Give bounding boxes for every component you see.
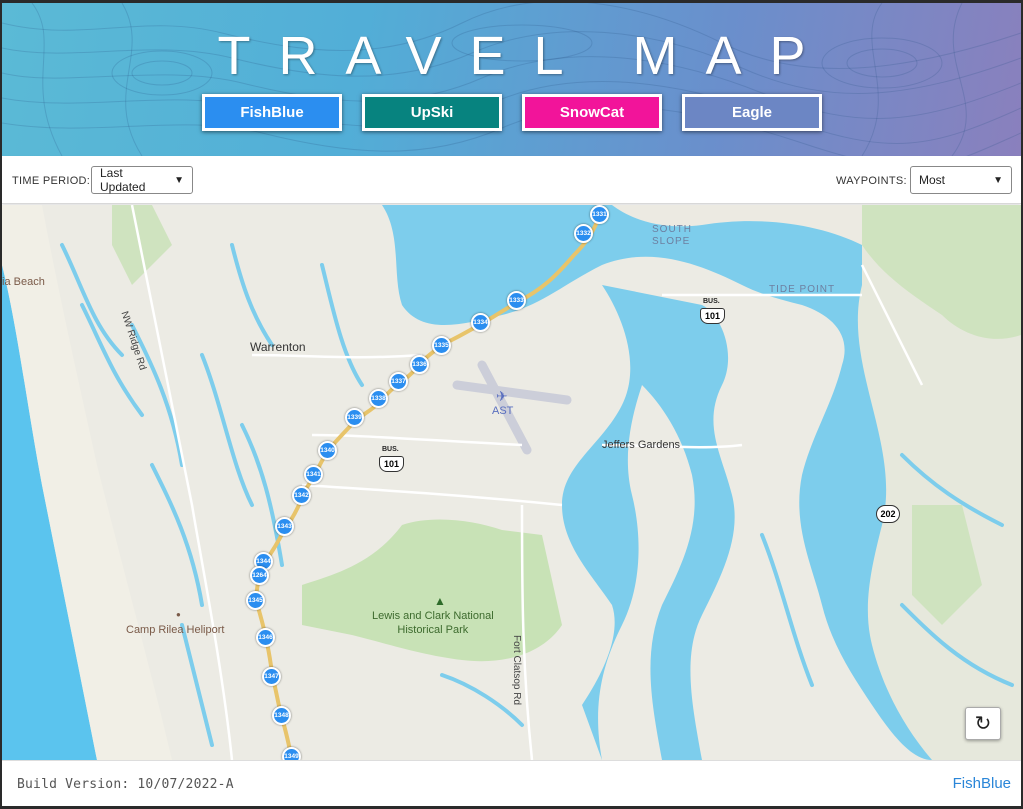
header-banner: TRAVEL MAP FishBlue UpSki SnowCat Eagle: [2, 3, 1021, 156]
waypoint-marker[interactable]: 1346: [256, 628, 275, 647]
page-title: TRAVEL MAP: [217, 26, 834, 86]
traveler-button-eagle[interactable]: Eagle: [682, 94, 822, 131]
traveler-button-snowcat[interactable]: SnowCat: [522, 94, 662, 131]
waypoints-label: WAYPOINTS:: [836, 175, 907, 187]
waypoint-marker[interactable]: 1331: [590, 205, 609, 224]
refresh-icon: ↻: [974, 713, 992, 735]
time-period-select[interactable]: Last Updated ▼: [91, 166, 193, 194]
map-label-beach: ia Beach: [2, 276, 45, 288]
map-label-fort-clatsop: Fort Clatsop Rd: [511, 635, 522, 706]
waypoint-marker[interactable]: 1348: [272, 706, 291, 725]
airplane-icon: ✈: [496, 388, 508, 404]
waypoint-marker[interactable]: 1332: [574, 224, 593, 243]
footer-traveler-link[interactable]: FishBlue: [953, 775, 1011, 792]
waypoint-marker[interactable]: 1343: [275, 517, 294, 536]
waypoint-marker[interactable]: 1347: [262, 667, 281, 686]
map-label-ast: AST: [492, 405, 514, 417]
map-label-tide-point: TIDE POINT: [769, 284, 836, 295]
waypoint-marker[interactable]: 1337: [389, 372, 408, 391]
traveler-button-fishblue[interactable]: FishBlue: [202, 94, 342, 131]
waypoint-marker[interactable]: 1335: [432, 336, 451, 355]
waypoint-marker[interactable]: 1345: [246, 591, 265, 610]
highway-shield-202: 202: [876, 505, 900, 523]
waypoint-marker[interactable]: 1264: [250, 566, 269, 585]
chevron-down-icon: ▼: [993, 174, 1003, 186]
highway-shield-101-b: 101: [700, 308, 725, 324]
waypoint-marker[interactable]: 1334: [471, 313, 490, 332]
chevron-down-icon: ▼: [174, 174, 184, 186]
map-label-south-slope: SOUTH SLOPE: [652, 224, 692, 247]
time-period-label: TIME PERIOD:: [12, 175, 91, 187]
map-label-jeffers-gardens: Jeffers Gardens: [602, 439, 681, 451]
refresh-button[interactable]: ↻: [965, 707, 1001, 740]
waypoints-value: Most: [919, 173, 946, 187]
heliport-dot-icon: ●: [176, 610, 181, 619]
shield-bus-tag-b: BUS.: [703, 298, 720, 305]
highway-shield-101-a: 101: [379, 456, 404, 472]
waypoint-marker[interactable]: 1336: [410, 355, 429, 374]
shield-bus-tag-a: BUS.: [382, 446, 399, 453]
map-label-camp-rilea: Camp Rilea Heliport: [126, 624, 225, 636]
waypoint-marker[interactable]: 1333: [507, 291, 526, 310]
waypoint-marker[interactable]: 1349: [282, 747, 301, 760]
waypoint-marker[interactable]: 1341: [304, 465, 323, 484]
map-label-warrenton: Warrenton: [250, 340, 306, 354]
waypoint-marker[interactable]: 1340: [318, 441, 337, 460]
tree-icon: ▲: [434, 594, 446, 608]
time-period-value: Last Updated: [100, 166, 146, 194]
controls-bar: TIME PERIOD: Last Updated ▼ WAYPOINTS: M…: [2, 156, 1021, 204]
map-view[interactable]: 1331 1332 1333 1334 1335 1336 1337 1338 1339 1340…: [2, 205, 1021, 760]
traveler-button-upski[interactable]: UpSki: [362, 94, 502, 131]
waypoint-marker[interactable]: 1342: [292, 486, 311, 505]
app-frame: TRAVEL MAP FishBlue UpSki SnowCat Eagle …: [2, 3, 1021, 806]
footer: Build Version: 10/07/2022-A FishBlue: [2, 760, 1021, 806]
waypoints-select[interactable]: Most ▼: [910, 166, 1012, 194]
build-version: Build Version: 10/07/2022-A: [17, 777, 234, 792]
waypoint-marker[interactable]: 1339: [345, 408, 364, 427]
waypoint-marker[interactable]: 1338: [369, 389, 388, 408]
map-label-lewis-clark: Lewis and Clark National Historical Park: [372, 610, 494, 636]
